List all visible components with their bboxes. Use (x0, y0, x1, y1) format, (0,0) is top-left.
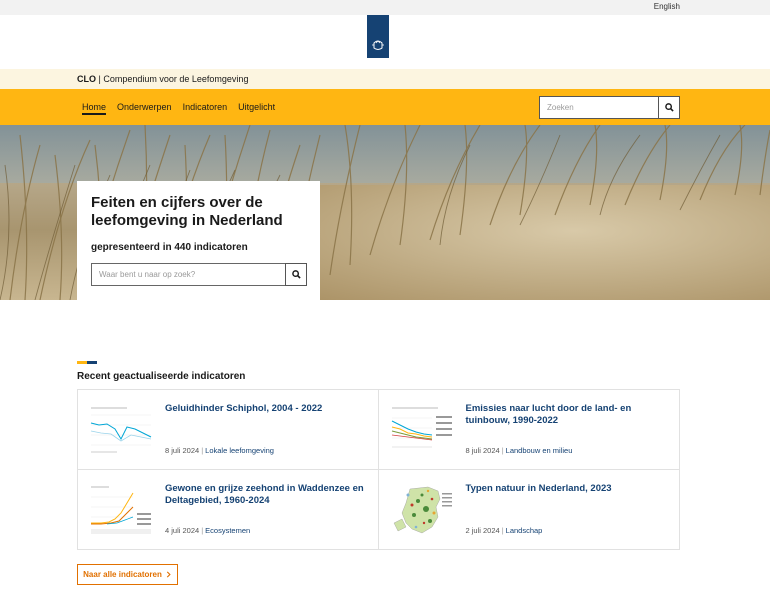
meta-separator: | (201, 525, 204, 535)
chevron-right-icon (166, 571, 171, 578)
search-icon (291, 270, 301, 279)
indicator-card[interactable]: Geluidhinder Schiphol, 2004 - 2022 8 jul… (78, 390, 379, 470)
nav-item-onderwerpen[interactable]: Onderwerpen (117, 89, 172, 125)
nav-item-uitgelicht[interactable]: Uitgelicht (238, 89, 275, 125)
indicator-date: 8 juli 2024 (465, 446, 500, 455)
meta-separator: | (201, 446, 204, 455)
indicator-meta: 2 juli 2024 | Landschap (466, 526, 543, 535)
logo-area (0, 15, 770, 69)
indicator-grid: Geluidhinder Schiphol, 2004 - 2022 8 jul… (77, 389, 680, 550)
government-logo[interactable] (367, 15, 389, 58)
indicator-meta: 8 juli 2024 | Lokale leefomgeving (165, 446, 274, 455)
section-title: Recent geactualiseerde indicatoren (77, 371, 246, 382)
indicator-card[interactable]: Emissies naar lucht door de land- en tui… (378, 390, 679, 470)
indicator-title[interactable]: Emissies naar lucht door de land- en tui… (466, 403, 671, 427)
hero-banner: Feiten en cijfers over de leefomgeving i… (0, 125, 770, 300)
indicator-meta: 4 juli 2024 | Ecosystemen (165, 526, 250, 535)
indicator-tag[interactable]: Lokale leefomgeving (205, 446, 274, 455)
chart-thumbnail (387, 403, 456, 458)
nav-search-button[interactable] (658, 96, 680, 119)
indicator-date: 4 juli 2024 (165, 525, 200, 535)
chart-thumbnail (87, 403, 155, 458)
meta-separator: | (501, 446, 504, 455)
hero-subtitle: gepresenteerd in 440 indicatoren (91, 242, 248, 253)
indicator-card[interactable]: Gewone en grijze zeehond in Waddenzee en… (78, 469, 379, 549)
all-indicators-button[interactable]: Naar alle indicatoren (77, 564, 178, 585)
nav-search (539, 96, 680, 119)
site-name[interactable]: Compendium voor de Leefomgeving (103, 74, 248, 84)
indicator-tag[interactable]: Landschap (506, 526, 543, 535)
chart-thumbnail (87, 482, 155, 538)
language-link[interactable]: English (654, 2, 680, 11)
indicator-title[interactable]: Gewone en grijze zeehond in Waddenzee en… (165, 483, 370, 507)
nav-item-home[interactable]: Home (82, 89, 107, 125)
search-icon (664, 103, 674, 112)
hero-search-button[interactable] (285, 263, 307, 286)
hero-title: Feiten en cijfers over de leefomgeving i… (91, 194, 283, 229)
indicator-card[interactable]: Typen natuur in Nederland, 2023 2 juli 2… (379, 470, 680, 550)
crest-icon (372, 40, 384, 50)
indicator-meta: 8 juli 2024 | Landbouw en milieu (466, 446, 573, 455)
all-indicators-label: Naar alle indicatoren (83, 570, 162, 579)
hero-card: Feiten en cijfers over de leefomgeving i… (77, 181, 320, 300)
nav-search-input[interactable] (539, 96, 658, 119)
indicator-title[interactable]: Typen natuur in Nederland, 2023 (466, 483, 671, 495)
indicator-tag[interactable]: Ecosystemen (205, 526, 250, 535)
indicator-date: 2 juli 2024 (465, 525, 500, 535)
indicator-title[interactable]: Geluidhinder Schiphol, 2004 - 2022 (165, 403, 370, 415)
indicator-tag[interactable]: Landbouw en milieu (506, 446, 573, 455)
nav-item-indicatoren[interactable]: Indicatoren (183, 89, 228, 125)
indicator-date: 8 juli 2024 (165, 446, 200, 455)
hero-search-input[interactable] (91, 263, 285, 286)
top-utility-bar: English (0, 0, 770, 15)
site-title-bar: CLO | Compendium voor de Leefomgeving (0, 69, 770, 89)
map-thumbnail (387, 482, 456, 538)
main-navigation: Home Onderwerpen Indicatoren Uitgelicht (0, 89, 770, 125)
section-accent-bar (77, 361, 97, 364)
recent-indicators-header: Recent geactualiseerde indicatoren (77, 361, 680, 382)
meta-separator: | (501, 525, 504, 535)
site-abbr[interactable]: CLO (77, 74, 96, 84)
hero-search (91, 263, 307, 286)
